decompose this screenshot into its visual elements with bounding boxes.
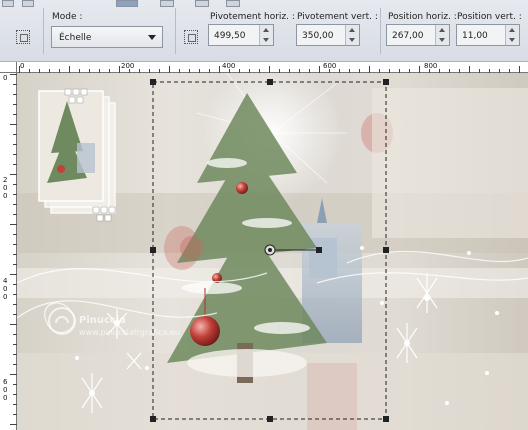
ruler-tick <box>519 66 520 73</box>
image-canvas[interactable]: Pinuccia www.pinucciafrgrafica.eu <box>17 73 528 430</box>
resize-handle <box>383 416 389 422</box>
separator <box>43 8 44 54</box>
watermark-text: Pinuccia <box>79 315 126 326</box>
vertical-ruler: 0 2 0 0 4 0 0 6 0 0 <box>0 73 17 430</box>
ruler-tick <box>10 74 17 75</box>
pos-h-stepper[interactable] <box>435 25 449 45</box>
tool-options-bar: Mode : Échelle Pivotement horiz. : 499,5… <box>0 0 528 62</box>
pos-v-input[interactable]: 11,00 <box>456 24 520 46</box>
resize-handle <box>150 79 156 85</box>
pos-v-value: 11,00 <box>462 31 488 41</box>
pivot-v-label: Pivotement vert. : <box>297 12 378 22</box>
ruler-tick <box>169 66 170 73</box>
pivot-h-stepper[interactable] <box>259 25 273 45</box>
pos-h-label: Position horiz. : <box>388 12 457 22</box>
ruler-label: 2 0 0 <box>3 176 8 200</box>
toolbar-button[interactable] <box>195 0 209 7</box>
pivot-v-input[interactable]: 350,00 <box>296 24 360 46</box>
pos-h-value: 267,00 <box>392 31 424 41</box>
pos-v-label: Position vert. : <box>457 12 522 22</box>
resize-handle <box>383 79 389 85</box>
resize-handle <box>150 416 156 422</box>
artwork: Pinuccia www.pinucciafrgrafica.eu <box>17 73 528 430</box>
ruler-label: 200 <box>121 62 135 70</box>
ruler-tick <box>319 66 320 73</box>
thumbnail-stack <box>38 88 116 222</box>
transform-icon[interactable] <box>16 30 30 44</box>
ruler-tick <box>369 66 370 73</box>
ruler-tick <box>269 66 270 73</box>
pivot-h-input[interactable]: 499,50 <box>208 24 274 46</box>
chevron-down-icon <box>148 35 156 40</box>
toolbar-button[interactable] <box>160 0 174 7</box>
pivot-h-label: Pivotement horiz. : <box>210 12 295 22</box>
ruler-tick <box>469 66 470 73</box>
ruler-tick <box>10 424 17 425</box>
watermark-url: www.pinucciafrgrafica.eu <box>79 328 180 337</box>
toolbar-button[interactable] <box>226 0 240 7</box>
toolbar-button[interactable] <box>2 0 14 7</box>
pos-v-stepper[interactable] <box>505 25 519 45</box>
ruler-tick <box>10 274 17 275</box>
pivot-h-value: 499,50 <box>214 31 246 41</box>
horizontal-ruler: 0 200 400 600 800 <box>17 62 528 73</box>
mode-select[interactable]: Échelle <box>51 26 163 48</box>
ruler-label: 6 0 0 <box>3 378 8 402</box>
ruler-label: 0 <box>3 74 8 82</box>
resize-handle <box>150 247 156 253</box>
mode-value: Échelle <box>59 33 92 43</box>
pivot-v-stepper[interactable] <box>345 25 359 45</box>
ruler-label: 4 0 0 <box>3 277 8 301</box>
separator <box>175 8 176 54</box>
separator <box>380 8 381 54</box>
resize-handle <box>267 416 273 422</box>
toolbar-button-active[interactable] <box>116 0 138 7</box>
pivot-icon[interactable] <box>184 30 198 44</box>
ruler-tick <box>10 374 17 375</box>
mode-label: Mode : <box>52 12 83 22</box>
ruler-tick <box>10 324 17 325</box>
rotate-handle <box>316 247 322 253</box>
ruler-tick <box>69 66 70 73</box>
resize-handle <box>383 247 389 253</box>
ruler-tick <box>19 66 20 73</box>
ruler-tick <box>10 124 17 125</box>
ruler-tick <box>419 66 420 73</box>
ruler-corner <box>0 62 17 73</box>
resize-handle <box>267 79 273 85</box>
toolbar-button[interactable] <box>22 0 34 7</box>
ruler-tick <box>119 66 120 73</box>
pivot-v-value: 350,00 <box>302 31 334 41</box>
top-toolbar-strip <box>0 0 528 8</box>
ruler-tick <box>10 174 17 175</box>
ruler-label: 800 <box>424 62 438 70</box>
ruler-label: 0 <box>20 62 25 70</box>
pos-h-input[interactable]: 267,00 <box>386 24 450 46</box>
ruler-tick <box>10 224 17 225</box>
ruler-tick <box>219 66 220 73</box>
